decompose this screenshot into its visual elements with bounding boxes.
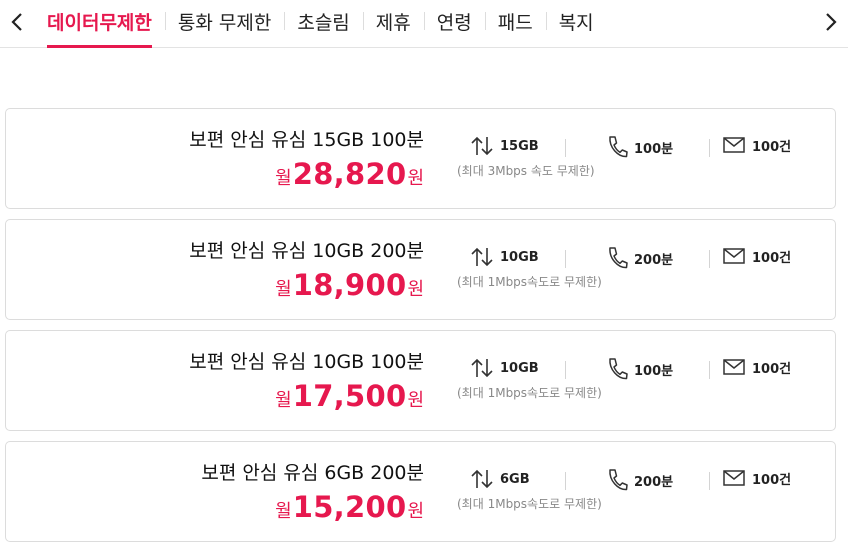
data-amount: 15GB xyxy=(500,138,539,154)
tab-pad[interactable]: 패드 xyxy=(484,0,546,48)
plan-card[interactable]: 보편 안심 유심 6GB 200분 월 15,200 원 6GB 200분 10… xyxy=(5,441,836,542)
price-suffix: 원 xyxy=(407,390,424,411)
sms-count: 100건 xyxy=(752,361,792,377)
sms-allowance: 100건 xyxy=(722,135,791,155)
data-transfer-icon xyxy=(471,358,493,378)
envelope-icon xyxy=(723,359,745,375)
sms-allowance: 100건 xyxy=(722,357,791,377)
plan-price: 월 18,900 원 xyxy=(275,268,424,302)
call-minutes: 100분 xyxy=(634,363,674,379)
divider xyxy=(709,472,710,490)
data-speed-note: (최대 1Mbps속도로 무제한) xyxy=(457,497,602,511)
plan-name: 보편 안심 유심 10GB 200분 xyxy=(189,240,424,262)
data-allowance: 6GB xyxy=(470,468,530,490)
sms-allowance: 100건 xyxy=(722,246,791,266)
sms-count: 100건 xyxy=(752,250,792,266)
sms-count: 100건 xyxy=(752,472,792,488)
call-minutes: 200분 xyxy=(634,474,674,490)
plan-price: 월 28,820 원 xyxy=(275,157,424,191)
envelope-icon xyxy=(723,470,745,486)
call-minutes: 100분 xyxy=(634,141,674,157)
plan-card[interactable]: 보편 안심 유심 10GB 100분 월 17,500 원 10GB 100분 … xyxy=(5,330,836,431)
data-transfer-icon xyxy=(471,247,493,267)
phone-icon xyxy=(609,358,628,380)
data-speed-note: (최대 3Mbps 속도 무제한) xyxy=(457,164,595,178)
call-allowance: 100분 xyxy=(606,357,673,381)
plan-name: 보편 안심 유심 10GB 100분 xyxy=(189,351,424,373)
tab-partnership[interactable]: 제휴 xyxy=(362,0,424,48)
category-tab-bar: 데이터무제한 통화 무제한 초슬림 제휴 연령 패드 복지 xyxy=(0,0,848,48)
price-amount: 28,820 xyxy=(292,157,407,191)
divider xyxy=(709,139,710,157)
data-allowance: 10GB xyxy=(470,246,539,268)
chevron-right-icon[interactable] xyxy=(814,6,848,38)
call-minutes: 200분 xyxy=(634,252,674,268)
price-suffix: 원 xyxy=(407,501,424,522)
plan-name: 보편 안심 유심 6GB 200분 xyxy=(201,462,424,484)
data-transfer-icon xyxy=(471,469,493,489)
phone-icon xyxy=(609,136,628,158)
data-allowance: 10GB xyxy=(470,357,539,379)
tab-ultra-slim[interactable]: 초슬림 xyxy=(284,0,362,48)
divider xyxy=(565,361,566,379)
phone-icon xyxy=(609,247,628,269)
data-transfer-icon xyxy=(471,136,493,156)
price-suffix: 원 xyxy=(407,168,424,189)
category-tabs: 데이터무제한 통화 무제한 초슬림 제휴 연령 패드 복지 xyxy=(34,0,814,48)
chevron-left-icon[interactable] xyxy=(0,6,34,38)
plan-name: 보편 안심 유심 15GB 100분 xyxy=(189,129,424,151)
price-amount: 18,900 xyxy=(292,268,407,302)
divider xyxy=(709,250,710,268)
divider xyxy=(565,139,566,157)
price-prefix: 월 xyxy=(275,279,292,300)
sms-allowance: 100건 xyxy=(722,468,791,488)
data-amount: 10GB xyxy=(500,249,539,265)
plan-card[interactable]: 보편 안심 유심 10GB 200분 월 18,900 원 10GB 200분 … xyxy=(5,219,836,320)
call-allowance: 100분 xyxy=(606,135,673,159)
data-allowance: 15GB xyxy=(470,135,539,157)
plan-card[interactable]: 보편 안심 유심 15GB 100분 월 28,820 원 15GB 100분 … xyxy=(5,108,836,209)
envelope-icon xyxy=(723,137,745,153)
data-amount: 10GB xyxy=(500,360,539,376)
data-amount: 6GB xyxy=(500,471,530,487)
divider xyxy=(565,250,566,268)
phone-icon xyxy=(609,469,628,491)
tab-age[interactable]: 연령 xyxy=(423,0,485,48)
price-prefix: 월 xyxy=(275,168,292,189)
tab-data-unlimited[interactable]: 데이터무제한 xyxy=(34,0,165,48)
data-speed-note: (최대 1Mbps속도로 무제한) xyxy=(457,275,602,289)
plan-price: 월 17,500 원 xyxy=(275,379,424,413)
price-prefix: 월 xyxy=(275,390,292,411)
price-prefix: 월 xyxy=(275,501,292,522)
sms-count: 100건 xyxy=(752,139,792,155)
divider xyxy=(709,361,710,379)
price-suffix: 원 xyxy=(407,279,424,300)
plan-price: 월 15,200 원 xyxy=(275,490,424,524)
data-speed-note: (최대 1Mbps속도로 무제한) xyxy=(457,386,602,400)
call-allowance: 200분 xyxy=(606,468,673,492)
call-allowance: 200분 xyxy=(606,246,673,270)
divider xyxy=(565,472,566,490)
tab-call-unlimited[interactable]: 통화 무제한 xyxy=(164,0,284,48)
tab-welfare[interactable]: 복지 xyxy=(545,0,607,48)
price-amount: 17,500 xyxy=(292,379,407,413)
envelope-icon xyxy=(723,248,745,264)
price-amount: 15,200 xyxy=(292,490,407,524)
